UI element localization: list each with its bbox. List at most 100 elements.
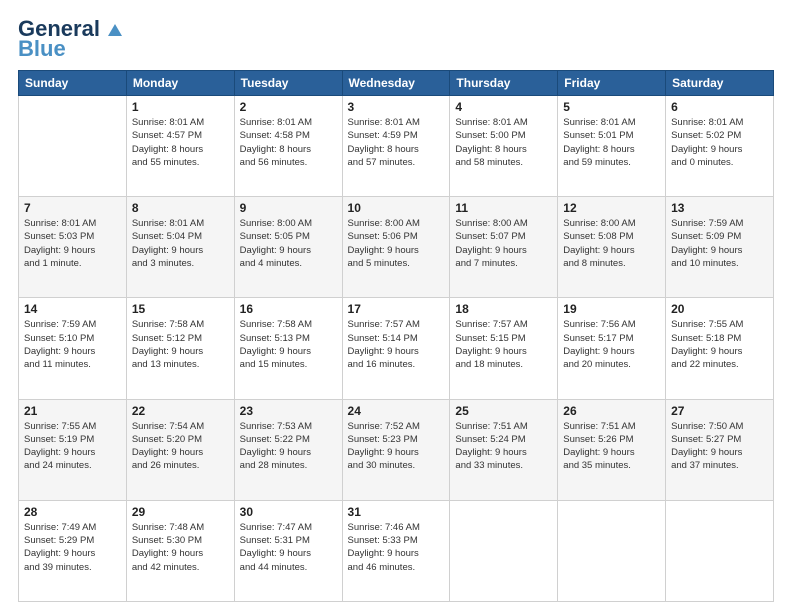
- day-cell: 10 Sunrise: 8:00 AM Sunset: 5:06 PM Dayli…: [342, 197, 450, 298]
- day-info: Sunrise: 8:00 AM Sunset: 5:06 PM Dayligh…: [348, 217, 445, 270]
- day-cell: 29Sunrise: 7:48 AM Sunset: 5:30 PM Dayli…: [126, 500, 234, 601]
- day-cell: 17 Sunrise: 7:57 AM Sunset: 5:14 PM Dayli…: [342, 298, 450, 399]
- logo-blue: Blue: [18, 38, 66, 60]
- day-number: 14: [24, 302, 121, 316]
- week-row-2: 7 Sunrise: 8:01 AM Sunset: 5:03 PM Daylig…: [19, 197, 774, 298]
- week-row-1: 1 Sunrise: 8:01 AM Sunset: 4:57 PM Daylig…: [19, 96, 774, 197]
- day-number: 2: [240, 100, 337, 114]
- week-row-5: 28 Sunrise: 7:49 AM Sunset: 5:29 PM Dayli…: [19, 500, 774, 601]
- day-info: Sunrise: 7:59 AM Sunset: 5:09 PM Dayligh…: [671, 217, 768, 270]
- day-number: 20: [671, 302, 768, 316]
- day-cell: 2 Sunrise: 8:01 AM Sunset: 4:58 PM Daylig…: [234, 96, 342, 197]
- page: General Blue SundayMondayTuesdayWednesda…: [0, 0, 792, 612]
- col-header-monday: Monday: [126, 71, 234, 96]
- day-info: Sunrise: 8:01 AM Sunset: 5:04 PM Dayligh…: [132, 217, 229, 270]
- day-info: Sunrise: 7:58 AM Sunset: 5:12 PM Dayligh…: [132, 318, 229, 371]
- day-cell: 11Sunrise: 8:00 AM Sunset: 5:07 PM Dayli…: [450, 197, 558, 298]
- day-cell: 12Sunrise: 8:00 AM Sunset: 5:08 PM Dayli…: [558, 197, 666, 298]
- day-cell: 14 Sunrise: 7:59 AM Sunset: 5:10 PM Dayli…: [19, 298, 127, 399]
- day-number: 18: [455, 302, 552, 316]
- col-header-wednesday: Wednesday: [342, 71, 450, 96]
- header: General Blue: [18, 18, 774, 60]
- day-number: 5: [563, 100, 660, 114]
- day-info: Sunrise: 7:57 AM Sunset: 5:15 PM Dayligh…: [455, 318, 552, 371]
- day-cell: 31 Sunrise: 7:46 AM Sunset: 5:33 PM Dayli…: [342, 500, 450, 601]
- col-header-sunday: Sunday: [19, 71, 127, 96]
- day-cell: 28 Sunrise: 7:49 AM Sunset: 5:29 PM Dayli…: [19, 500, 127, 601]
- day-number: 27: [671, 404, 768, 418]
- day-number: 22: [132, 404, 229, 418]
- day-cell: 9Sunrise: 8:00 AM Sunset: 5:05 PM Daylig…: [234, 197, 342, 298]
- col-header-thursday: Thursday: [450, 71, 558, 96]
- day-number: 4: [455, 100, 552, 114]
- col-header-saturday: Saturday: [666, 71, 774, 96]
- day-cell: 5 Sunrise: 8:01 AM Sunset: 5:01 PM Daylig…: [558, 96, 666, 197]
- day-number: 7: [24, 201, 121, 215]
- day-cell: 25Sunrise: 7:51 AM Sunset: 5:24 PM Dayli…: [450, 399, 558, 500]
- day-number: 6: [671, 100, 768, 114]
- day-cell: [19, 96, 127, 197]
- day-cell: 8 Sunrise: 8:01 AM Sunset: 5:04 PM Daylig…: [126, 197, 234, 298]
- day-info: Sunrise: 8:01 AM Sunset: 5:01 PM Dayligh…: [563, 116, 660, 169]
- day-number: 25: [455, 404, 552, 418]
- day-cell: 26 Sunrise: 7:51 AM Sunset: 5:26 PM Dayli…: [558, 399, 666, 500]
- day-number: 26: [563, 404, 660, 418]
- day-number: 17: [348, 302, 445, 316]
- day-number: 11: [455, 201, 552, 215]
- day-info: Sunrise: 8:01 AM Sunset: 4:58 PM Dayligh…: [240, 116, 337, 169]
- day-cell: 30Sunrise: 7:47 AM Sunset: 5:31 PM Dayli…: [234, 500, 342, 601]
- day-info: Sunrise: 7:57 AM Sunset: 5:14 PM Dayligh…: [348, 318, 445, 371]
- day-info: Sunrise: 7:49 AM Sunset: 5:29 PM Dayligh…: [24, 521, 121, 574]
- week-row-4: 21 Sunrise: 7:55 AM Sunset: 5:19 PM Dayli…: [19, 399, 774, 500]
- day-cell: 13 Sunrise: 7:59 AM Sunset: 5:09 PM Dayli…: [666, 197, 774, 298]
- day-info: Sunrise: 8:01 AM Sunset: 5:02 PM Dayligh…: [671, 116, 768, 169]
- day-info: Sunrise: 7:53 AM Sunset: 5:22 PM Dayligh…: [240, 420, 337, 473]
- day-cell: 6 Sunrise: 8:01 AM Sunset: 5:02 PM Daylig…: [666, 96, 774, 197]
- day-cell: [666, 500, 774, 601]
- day-cell: 21 Sunrise: 7:55 AM Sunset: 5:19 PM Dayli…: [19, 399, 127, 500]
- day-cell: 7 Sunrise: 8:01 AM Sunset: 5:03 PM Daylig…: [19, 197, 127, 298]
- day-cell: 1 Sunrise: 8:01 AM Sunset: 4:57 PM Daylig…: [126, 96, 234, 197]
- day-info: Sunrise: 7:58 AM Sunset: 5:13 PM Dayligh…: [240, 318, 337, 371]
- week-row-3: 14 Sunrise: 7:59 AM Sunset: 5:10 PM Dayli…: [19, 298, 774, 399]
- day-cell: 18 Sunrise: 7:57 AM Sunset: 5:15 PM Dayli…: [450, 298, 558, 399]
- day-number: 24: [348, 404, 445, 418]
- day-cell: 16Sunrise: 7:58 AM Sunset: 5:13 PM Dayli…: [234, 298, 342, 399]
- day-info: Sunrise: 7:47 AM Sunset: 5:31 PM Dayligh…: [240, 521, 337, 574]
- day-cell: 4 Sunrise: 8:01 AM Sunset: 5:00 PM Daylig…: [450, 96, 558, 197]
- day-info: Sunrise: 8:01 AM Sunset: 5:00 PM Dayligh…: [455, 116, 552, 169]
- day-info: Sunrise: 8:01 AM Sunset: 4:59 PM Dayligh…: [348, 116, 445, 169]
- day-number: 28: [24, 505, 121, 519]
- header-row: SundayMondayTuesdayWednesdayThursdayFrid…: [19, 71, 774, 96]
- calendar-table: SundayMondayTuesdayWednesdayThursdayFrid…: [18, 70, 774, 602]
- logo: General Blue: [18, 18, 123, 60]
- day-info: Sunrise: 7:55 AM Sunset: 5:19 PM Dayligh…: [24, 420, 121, 473]
- day-info: Sunrise: 8:00 AM Sunset: 5:05 PM Dayligh…: [240, 217, 337, 270]
- day-number: 1: [132, 100, 229, 114]
- day-number: 31: [348, 505, 445, 519]
- day-cell: 22Sunrise: 7:54 AM Sunset: 5:20 PM Dayli…: [126, 399, 234, 500]
- day-number: 13: [671, 201, 768, 215]
- day-cell: 23 Sunrise: 7:53 AM Sunset: 5:22 PM Dayli…: [234, 399, 342, 500]
- day-number: 8: [132, 201, 229, 215]
- day-info: Sunrise: 7:48 AM Sunset: 5:30 PM Dayligh…: [132, 521, 229, 574]
- day-info: Sunrise: 8:01 AM Sunset: 5:03 PM Dayligh…: [24, 217, 121, 270]
- day-number: 10: [348, 201, 445, 215]
- day-cell: 27Sunrise: 7:50 AM Sunset: 5:27 PM Dayli…: [666, 399, 774, 500]
- col-header-tuesday: Tuesday: [234, 71, 342, 96]
- day-cell: [450, 500, 558, 601]
- day-number: 3: [348, 100, 445, 114]
- day-number: 23: [240, 404, 337, 418]
- day-info: Sunrise: 7:55 AM Sunset: 5:18 PM Dayligh…: [671, 318, 768, 371]
- day-number: 15: [132, 302, 229, 316]
- day-info: Sunrise: 8:01 AM Sunset: 4:57 PM Dayligh…: [132, 116, 229, 169]
- day-info: Sunrise: 8:00 AM Sunset: 5:08 PM Dayligh…: [563, 217, 660, 270]
- day-info: Sunrise: 7:46 AM Sunset: 5:33 PM Dayligh…: [348, 521, 445, 574]
- col-header-friday: Friday: [558, 71, 666, 96]
- day-cell: 19Sunrise: 7:56 AM Sunset: 5:17 PM Dayli…: [558, 298, 666, 399]
- day-cell: 3 Sunrise: 8:01 AM Sunset: 4:59 PM Daylig…: [342, 96, 450, 197]
- day-number: 21: [24, 404, 121, 418]
- day-info: Sunrise: 7:51 AM Sunset: 5:26 PM Dayligh…: [563, 420, 660, 473]
- day-cell: 20 Sunrise: 7:55 AM Sunset: 5:18 PM Dayli…: [666, 298, 774, 399]
- day-info: Sunrise: 7:59 AM Sunset: 5:10 PM Dayligh…: [24, 318, 121, 371]
